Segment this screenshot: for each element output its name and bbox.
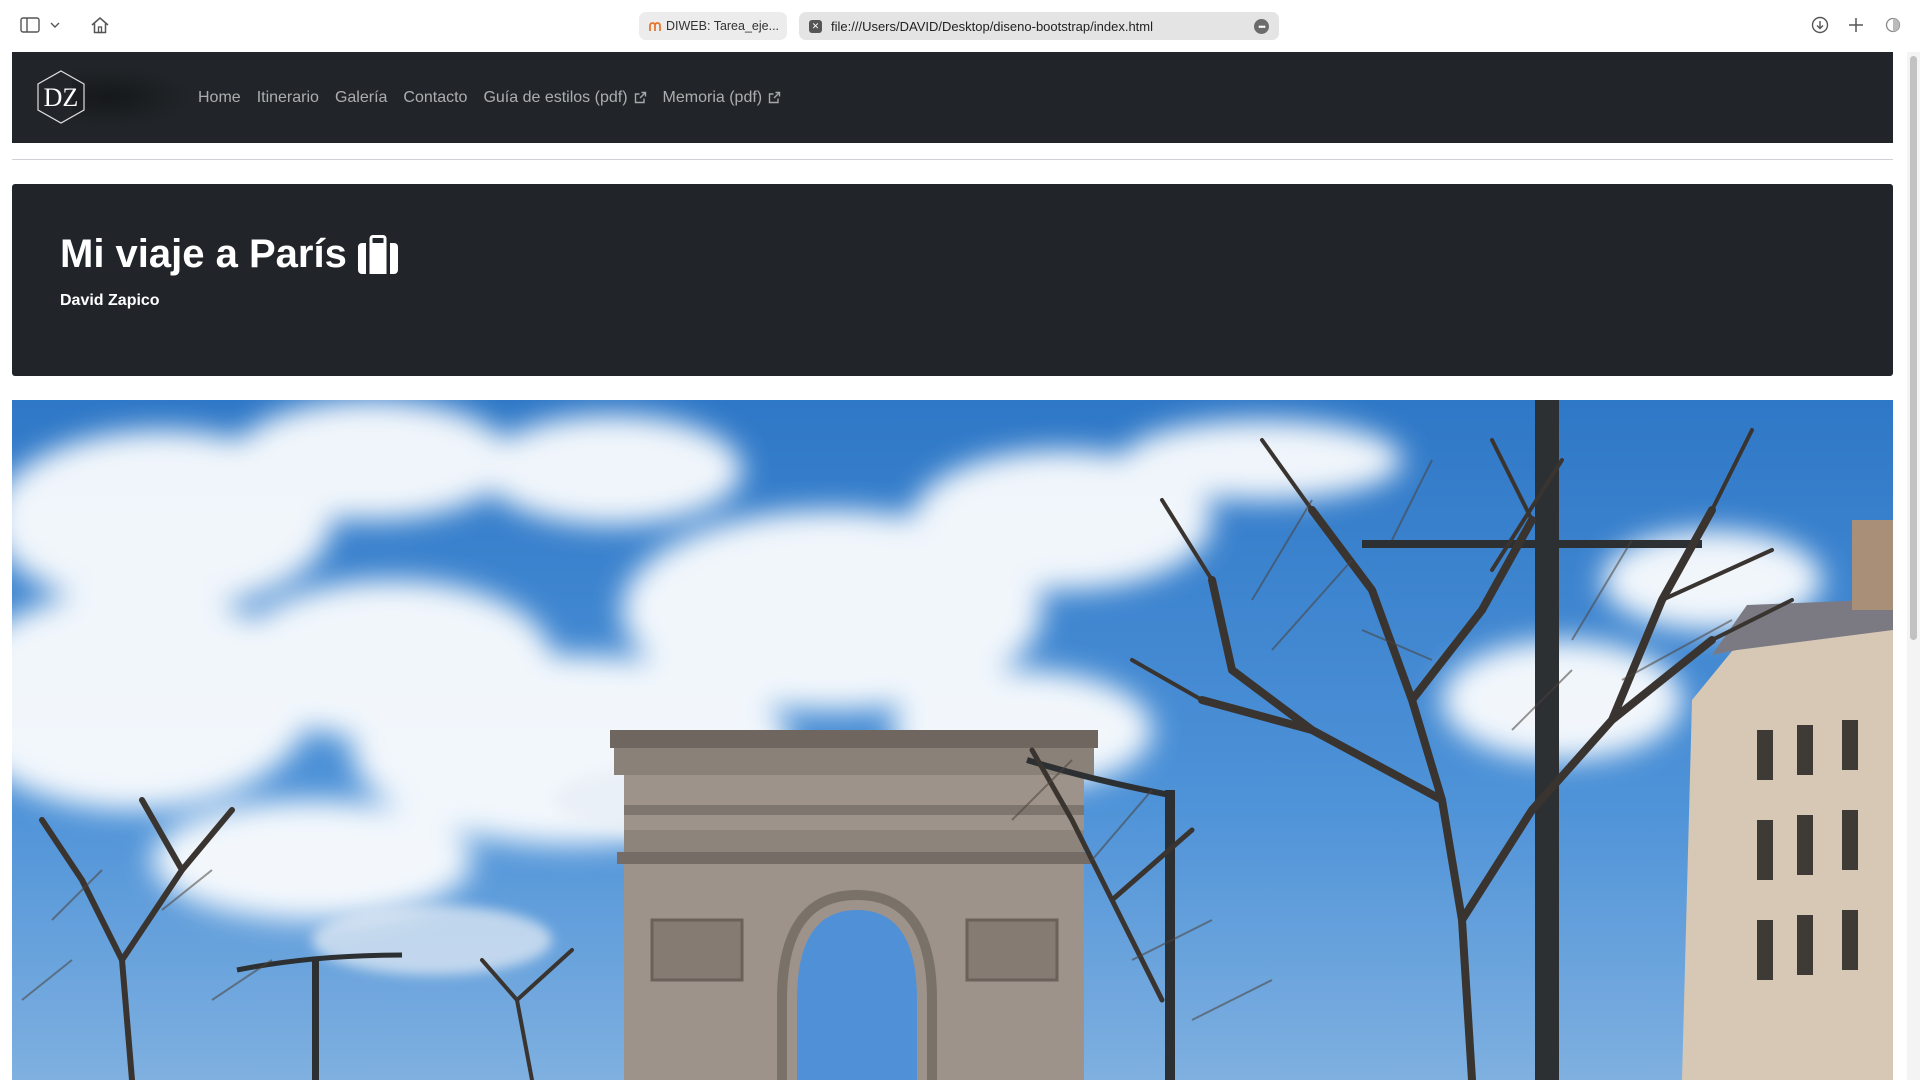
navbar: DZ Home Itinerario Galería Contacto Guía… bbox=[12, 52, 1893, 143]
scrollbar-thumb[interactable] bbox=[1910, 56, 1917, 640]
nav-link-contacto[interactable]: Contacto bbox=[403, 89, 467, 107]
more-options-icon[interactable]: ••• bbox=[1254, 19, 1269, 34]
nav-link-label: Itinerario bbox=[256, 88, 319, 106]
page-title-text: Mi viaje a París bbox=[60, 232, 347, 276]
tab-diweb[interactable]: DIWEB: Tarea_eje... bbox=[639, 12, 787, 40]
external-link-icon bbox=[768, 91, 781, 104]
browser-toolbar: DIWEB: Tarea_eje... ✕ file:///Users/DAVI… bbox=[0, 0, 1920, 52]
author-name: David Zapico bbox=[60, 292, 160, 309]
nav-link-memoria[interactable]: Memoria (pdf) bbox=[663, 89, 782, 107]
plus-icon[interactable] bbox=[1845, 14, 1867, 36]
page-favicon-icon: ✕ bbox=[809, 19, 822, 33]
nav-link-label: Memoria (pdf) bbox=[662, 88, 763, 106]
tab-index[interactable]: ✕ file:///Users/DAVID/Desktop/diseno-boo… bbox=[799, 12, 1279, 40]
tab-title: DIWEB: Tarea_eje... bbox=[666, 19, 780, 33]
logo-shadow bbox=[72, 66, 192, 128]
nav-link-label: Home bbox=[198, 88, 241, 106]
arc-de-triomphe-photo bbox=[12, 400, 1893, 1080]
home-icon[interactable] bbox=[89, 14, 111, 36]
chevron-down-icon[interactable] bbox=[48, 14, 62, 36]
logo-text: DZ bbox=[44, 83, 79, 112]
download-icon[interactable] bbox=[1809, 14, 1831, 36]
nav-link-home[interactable]: Home bbox=[198, 89, 241, 107]
nav-link-galeria[interactable]: Galería bbox=[335, 89, 387, 107]
address-url[interactable]: file:///Users/DAVID/Desktop/diseno-boots… bbox=[831, 19, 1153, 34]
nav-link-label: Contacto bbox=[403, 88, 468, 106]
brand-logo[interactable]: DZ bbox=[34, 70, 88, 124]
moodle-favicon-icon bbox=[649, 20, 661, 32]
page-scrollbar[interactable] bbox=[1907, 52, 1920, 1080]
suitcase-icon bbox=[357, 234, 398, 274]
page-title: Mi viaje a París bbox=[60, 232, 399, 277]
horizontal-rule bbox=[12, 159, 1893, 160]
sidebar-toggle-icon[interactable] bbox=[19, 14, 41, 36]
nav-links: Home Itinerario Galería Contacto Guía de… bbox=[198, 52, 797, 143]
reader-icon[interactable] bbox=[1882, 14, 1904, 36]
nav-link-label: Guía de estilos (pdf) bbox=[483, 88, 628, 106]
nav-link-guia-estilos[interactable]: Guía de estilos (pdf) bbox=[483, 89, 646, 107]
external-link-icon bbox=[634, 91, 646, 104]
nav-link-itinerario[interactable]: Itinerario bbox=[257, 89, 319, 107]
web-page: DZ Home Itinerario Galería Contacto Guía… bbox=[0, 52, 1920, 1080]
hero-jumbotron: Mi viaje a París David Zapico bbox=[12, 184, 1893, 376]
nav-link-label: Galería bbox=[334, 88, 388, 106]
